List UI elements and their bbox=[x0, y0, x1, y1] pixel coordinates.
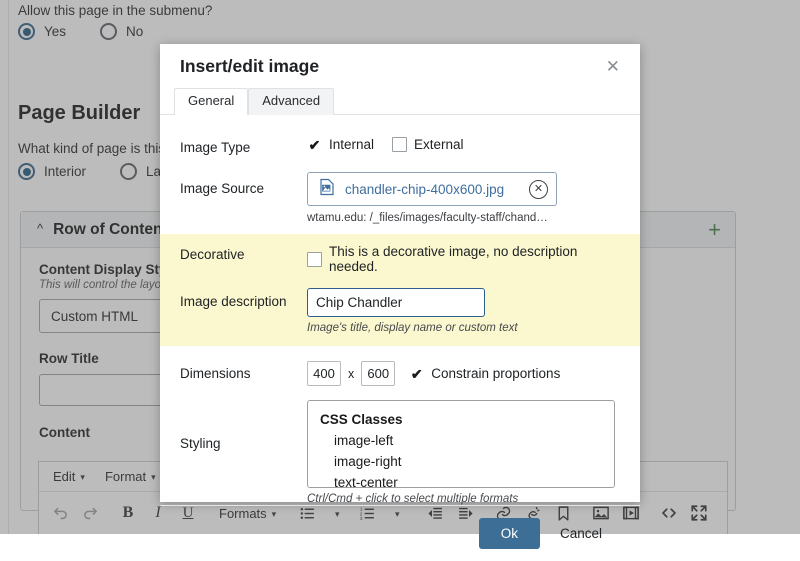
dimensions-height-value: 600 bbox=[367, 366, 390, 381]
checkbox-unchecked-icon bbox=[392, 137, 408, 152]
image-description-label: Image description bbox=[180, 294, 287, 309]
bold-icon[interactable]: B bbox=[113, 498, 143, 528]
dialog-tablist: General Advanced bbox=[160, 88, 640, 115]
submenu-question-label: Allow this page in the submenu? bbox=[18, 3, 213, 18]
radio-selected-icon bbox=[18, 23, 35, 40]
redo-icon[interactable] bbox=[75, 498, 105, 528]
image-source-label: Image Source bbox=[180, 181, 265, 196]
radio-label-interior: Interior bbox=[44, 164, 87, 179]
styling-help: Ctrl/Cmd + click to select multiple form… bbox=[307, 493, 519, 505]
styling-option-image-left[interactable]: image-left bbox=[308, 430, 614, 451]
plus-icon[interactable]: + bbox=[708, 218, 721, 241]
tab-advanced-label: Advanced bbox=[262, 93, 321, 109]
field-dimensions: Dimensions 400 x 600 ✔ Constrain proport… bbox=[160, 346, 640, 386]
undo-icon[interactable] bbox=[45, 498, 75, 528]
radio-label-yes: Yes bbox=[44, 24, 67, 39]
dimensions-separator: x bbox=[348, 366, 355, 381]
editor-menu-edit-label: Edit bbox=[53, 469, 76, 484]
radio-unselected-icon bbox=[120, 163, 138, 180]
image-source-path: wtamu.edu: /_files/images/faculty-staff/… bbox=[307, 212, 548, 224]
dialog-body: Image Type ✔ Internal External Image Sou… bbox=[160, 115, 640, 505]
field-image-source: Image Source chandler-chip-400x600.jpg ✕ bbox=[160, 155, 640, 224]
styling-label: Styling bbox=[180, 436, 221, 451]
radio-option-interior[interactable]: Interior bbox=[18, 163, 86, 180]
checkbox-constrain-proportions[interactable]: ✔ Constrain proportions bbox=[409, 366, 560, 381]
page-left-rule bbox=[8, 0, 9, 534]
fullscreen-icon[interactable] bbox=[684, 498, 714, 528]
content-display-style-value: Custom HTML bbox=[51, 308, 139, 324]
dialog-title: Insert/edit image bbox=[180, 55, 320, 76]
tab-general-label: General bbox=[188, 93, 235, 109]
row-of-content-title: Row of Content bbox=[53, 220, 168, 238]
checkbox-external-label: External bbox=[414, 137, 464, 152]
field-image-type: Image Type ✔ Internal External bbox=[160, 115, 640, 155]
radio-option-no[interactable]: No bbox=[100, 23, 143, 40]
dimensions-width-value: 400 bbox=[313, 366, 335, 381]
field-image-description: Image description Chip Chandler Image's … bbox=[160, 274, 640, 334]
dialog-header: Insert/edit image ✕ bbox=[160, 44, 640, 88]
editor-menu-format[interactable]: Format ▾ bbox=[97, 466, 164, 487]
constrain-proportions-label: Constrain proportions bbox=[431, 366, 561, 381]
page-builder-heading: Page Builder bbox=[18, 102, 141, 124]
field-styling: Styling CSS Classes image-left image-rig… bbox=[160, 386, 640, 505]
checkbox-decorative-label: This is a decorative image, no descripti… bbox=[329, 244, 578, 274]
checkbox-checked-icon: ✔ bbox=[410, 365, 423, 382]
chevron-down-icon: ▾ bbox=[151, 472, 156, 482]
field-decorative: Decorative This is a decorative image, n… bbox=[160, 244, 640, 274]
decorative-label: Decorative bbox=[180, 247, 245, 262]
radio-label-no: No bbox=[126, 24, 144, 39]
editor-menu-edit[interactable]: Edit ▾ bbox=[45, 466, 93, 487]
chevron-up-icon[interactable]: ^ bbox=[37, 221, 43, 236]
image-source-field[interactable]: chandler-chip-400x600.jpg ✕ bbox=[307, 172, 557, 206]
radio-selected-icon bbox=[18, 163, 35, 180]
dialog-footer: Ok Cancel bbox=[160, 505, 640, 561]
dimensions-width-input[interactable]: 400 bbox=[307, 361, 341, 386]
image-file-icon bbox=[318, 178, 336, 201]
editor-menu-format-label: Format bbox=[104, 469, 147, 484]
close-icon[interactable]: ✕ bbox=[604, 54, 622, 79]
page-kind-question-label: What kind of page is this? bbox=[18, 141, 173, 156]
radio-unselected-icon bbox=[100, 23, 118, 40]
image-type-label: Image Type bbox=[180, 140, 251, 155]
image-source-filename: chandler-chip-400x600.jpg bbox=[345, 181, 505, 197]
insert-edit-image-dialog: Insert/edit image ✕ General Advanced Ima… bbox=[160, 44, 640, 549]
radio-option-yes[interactable]: Yes bbox=[18, 23, 66, 40]
tab-advanced[interactable]: Advanced bbox=[248, 88, 335, 115]
checkbox-unchecked-icon bbox=[307, 251, 322, 267]
checkbox-internal-label: Internal bbox=[329, 137, 375, 152]
source-code-icon[interactable] bbox=[654, 498, 684, 528]
styling-option-text-center[interactable]: text-center bbox=[308, 472, 614, 487]
styling-option-image-right[interactable]: image-right bbox=[308, 451, 614, 472]
styling-listbox[interactable]: CSS Classes image-left image-right text-… bbox=[307, 400, 615, 488]
clear-circle-icon[interactable]: ✕ bbox=[529, 179, 548, 199]
image-description-input[interactable]: Chip Chandler bbox=[307, 288, 485, 317]
image-description-value: Chip Chandler bbox=[316, 295, 403, 310]
image-description-help: Image's title, display name or custom te… bbox=[307, 322, 518, 334]
checkbox-external[interactable]: External bbox=[392, 137, 464, 152]
checkbox-checked-icon: ✔ bbox=[308, 136, 321, 153]
tab-general[interactable]: General bbox=[174, 88, 249, 115]
submenu-radio-group[interactable]: Yes No bbox=[18, 23, 143, 40]
dimensions-height-input[interactable]: 600 bbox=[361, 361, 396, 386]
highlighted-accessibility-block: Decorative This is a decorative image, n… bbox=[160, 234, 640, 346]
styling-group-label: CSS Classes bbox=[320, 412, 403, 427]
checkbox-decorative[interactable]: This is a decorative image, no descripti… bbox=[307, 244, 620, 274]
checkbox-internal[interactable]: ✔ Internal bbox=[307, 137, 374, 152]
chevron-down-icon: ▾ bbox=[80, 472, 85, 482]
dimensions-label: Dimensions bbox=[180, 366, 251, 381]
